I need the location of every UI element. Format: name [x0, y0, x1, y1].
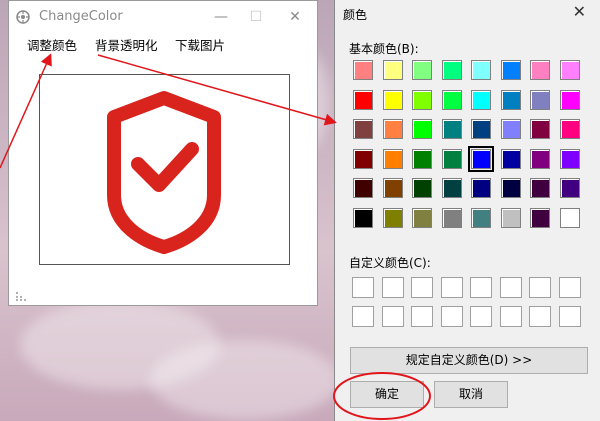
- color-swatch-r6-c3[interactable]: [412, 207, 432, 228]
- ok-label: 确定: [374, 387, 399, 401]
- color-swatch-r2-c2[interactable]: [382, 89, 403, 110]
- window-title: ChangeColor: [39, 9, 123, 24]
- custom-color-slot[interactable]: [470, 277, 492, 298]
- custom-color-slot[interactable]: [470, 306, 492, 327]
- color-swatch-r6-c1[interactable]: [353, 207, 373, 228]
- color-swatch-r2-c4[interactable]: [441, 89, 462, 110]
- color-swatch-r4-c1[interactable]: [353, 148, 373, 169]
- color-swatch-r5-c5[interactable]: [471, 178, 491, 198]
- color-swatch-r5-c3[interactable]: [412, 178, 432, 198]
- basic-colors-label: 基本颜色(B):: [349, 42, 419, 56]
- dialog-title: 颜色: [343, 8, 368, 22]
- menu-transparent-background[interactable]: 背景透明化: [95, 35, 158, 54]
- color-swatch-r3-c7[interactable]: [530, 119, 550, 139]
- background-cloud: [150, 340, 340, 420]
- color-swatch-r3-c5[interactable]: [471, 119, 491, 139]
- color-swatch-r6-c8[interactable]: [559, 207, 580, 228]
- color-swatch-r5-c8[interactable]: [559, 178, 580, 198]
- define-custom-colors-label: 规定自定义颜色(D) >>: [405, 353, 533, 367]
- changecolor-window: ChangeColor — ☐ ✕ 调整颜色 背景透明化 下载图片: [8, 0, 318, 306]
- color-swatch-r5-c7[interactable]: [530, 178, 550, 198]
- color-swatch-r3-c1[interactable]: [353, 119, 373, 139]
- menu-adjust-color[interactable]: 调整颜色: [27, 35, 77, 54]
- color-swatch-r1-c8[interactable]: [559, 60, 580, 80]
- shield-check-icon: [107, 91, 221, 254]
- color-swatch-r5-c6[interactable]: [500, 178, 521, 198]
- custom-color-slot[interactable]: [411, 277, 433, 298]
- color-swatch-r3-c3[interactable]: [412, 119, 432, 139]
- title-bar: ChangeColor — ☐ ✕: [9, 1, 317, 33]
- color-swatch-r5-c4[interactable]: [441, 178, 462, 198]
- ok-button[interactable]: 确定: [350, 381, 424, 408]
- color-swatch-r2-c6[interactable]: [500, 89, 521, 110]
- color-swatch-r1-c2[interactable]: [382, 60, 403, 80]
- color-swatch-r1-c1[interactable]: [353, 60, 373, 80]
- color-swatch-r4-c5[interactable]: [468, 145, 494, 172]
- color-swatch-r6-c6[interactable]: [500, 207, 521, 228]
- custom-color-slot[interactable]: [440, 277, 463, 298]
- menu-download-image[interactable]: 下载图片: [175, 35, 225, 54]
- menu-bar: 调整颜色 背景透明化 下载图片: [9, 33, 317, 57]
- custom-color-slot[interactable]: [381, 306, 404, 327]
- color-swatch-r2-c3[interactable]: [412, 89, 432, 110]
- custom-color-slot[interactable]: [411, 306, 433, 327]
- color-swatch-r6-c7[interactable]: [530, 207, 550, 228]
- custom-color-slot[interactable]: [499, 277, 522, 298]
- color-swatch-r6-c5[interactable]: [471, 207, 491, 228]
- define-custom-colors-button[interactable]: 规定自定义颜色(D) >>: [350, 347, 588, 374]
- color-swatch-r2-c5[interactable]: [471, 89, 491, 110]
- color-swatch-r6-c2[interactable]: [382, 207, 403, 228]
- status-bar: [9, 287, 317, 305]
- color-swatch-r1-c4[interactable]: [441, 60, 462, 80]
- color-dialog: 颜色 ✕ 基本颜色(B): 自定义颜色(C): 规定自定义颜色(D) >> 确定…: [334, 0, 600, 421]
- color-swatch-r3-c4[interactable]: [441, 119, 462, 139]
- close-button[interactable]: ✕: [283, 7, 307, 27]
- color-swatch-r4-c7[interactable]: [530, 148, 550, 169]
- color-swatch-r4-c2[interactable]: [382, 148, 403, 169]
- color-swatch-r6-c4[interactable]: [441, 207, 462, 228]
- custom-color-slot[interactable]: [558, 306, 581, 327]
- custom-color-slot[interactable]: [440, 306, 463, 327]
- custom-color-slot[interactable]: [558, 277, 581, 298]
- dialog-close-button[interactable]: ✕: [573, 2, 586, 21]
- custom-color-slot[interactable]: [529, 306, 551, 327]
- custom-colors-label: 自定义颜色(C):: [349, 256, 431, 270]
- custom-color-slot[interactable]: [352, 277, 374, 298]
- minimize-button[interactable]: —: [209, 7, 233, 27]
- color-swatch-r2-c7[interactable]: [530, 89, 550, 110]
- color-swatch-r4-c4[interactable]: [441, 148, 462, 169]
- color-swatch-r1-c5[interactable]: [471, 60, 491, 80]
- color-swatch-r5-c2[interactable]: [382, 178, 403, 198]
- color-swatch-r3-c8[interactable]: [559, 119, 580, 139]
- custom-color-slot[interactable]: [381, 277, 404, 298]
- color-swatch-r1-c7[interactable]: [530, 60, 550, 80]
- color-swatch-r1-c3[interactable]: [412, 60, 432, 80]
- resize-grip-icon[interactable]: [15, 291, 27, 301]
- color-swatch-r2-c8[interactable]: [559, 89, 580, 110]
- color-swatch-r3-c2[interactable]: [382, 119, 403, 139]
- color-swatch-r4-c3[interactable]: [412, 148, 432, 169]
- custom-color-slot[interactable]: [352, 306, 374, 327]
- cancel-button[interactable]: 取消: [434, 381, 508, 408]
- custom-color-slot[interactable]: [499, 306, 522, 327]
- cancel-label: 取消: [458, 387, 483, 401]
- color-swatch-r4-c8[interactable]: [559, 148, 580, 169]
- custom-color-slot[interactable]: [529, 277, 551, 298]
- color-swatch-r4-c6[interactable]: [500, 148, 521, 169]
- maximize-button[interactable]: ☐: [244, 7, 268, 27]
- color-swatch-r1-c6[interactable]: [500, 60, 521, 80]
- image-canvas[interactable]: [39, 74, 290, 265]
- color-swatch-r3-c6[interactable]: [500, 119, 521, 139]
- color-swatch-r5-c1[interactable]: [353, 178, 373, 198]
- color-swatch-r2-c1[interactable]: [353, 89, 373, 110]
- app-icon: [16, 10, 30, 24]
